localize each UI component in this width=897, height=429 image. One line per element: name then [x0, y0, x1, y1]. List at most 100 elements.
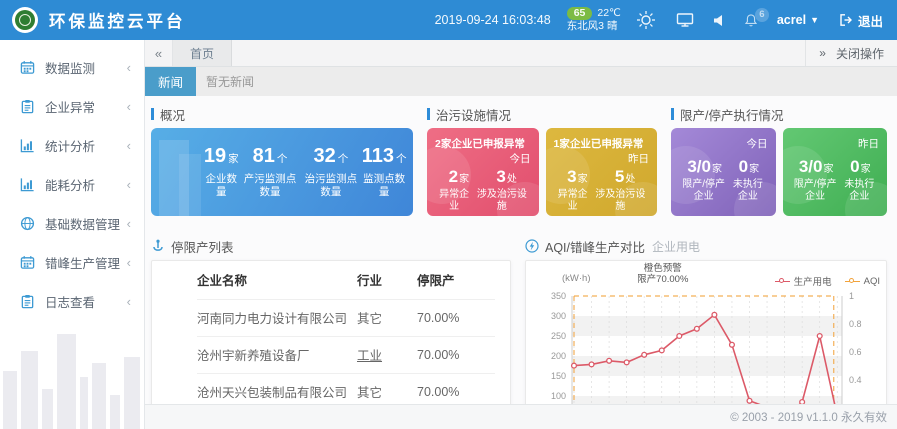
app-title: 环保监控云平台	[49, 8, 186, 32]
table-row[interactable]: 沧州天兴包装制品有限公司 其它 70.00%	[197, 373, 495, 404]
limit-card-today: 今日 3/0家 0家 限产/停产企业 未执行企业	[671, 128, 776, 216]
copyright-label: © 2003 - 2019 v1.1.0 永久有效	[730, 409, 887, 425]
calendar-icon	[20, 255, 35, 270]
weather-widget: 65 22℃ 东北风3 晴	[567, 7, 621, 33]
close-operations-menu[interactable]: » 关闭操作	[805, 40, 897, 66]
svg-text:200: 200	[551, 351, 566, 361]
col-header-company: 企业名称	[197, 261, 357, 299]
card-day-label: 昨日	[791, 136, 880, 151]
bar-chart-icon	[20, 177, 35, 192]
tab-bar: « 首页 » 关闭操作	[145, 40, 897, 67]
app-window: 环保监控云平台 2019-09-24 16:03:48 65 22℃ 东北风3 …	[0, 0, 897, 429]
sidebar-item-data-monitoring[interactable]: 数据监测 ‹	[0, 48, 144, 87]
section-header-aqi-compare: AQI/错峰生产对比 企业用电	[525, 238, 887, 254]
aqi-chart-panel: 35030025020015010050010.80.60.40.20 (kW·…	[525, 260, 887, 404]
logout-label: 退出	[858, 11, 883, 30]
svg-text:300: 300	[551, 311, 566, 321]
sidebar-item-label: 企业异常	[45, 97, 95, 116]
clipboard-icon	[20, 294, 35, 309]
svg-text:150: 150	[551, 371, 566, 381]
speaker-icon[interactable]	[713, 14, 725, 27]
section-title: AQI/错峰生产对比	[545, 237, 645, 256]
col-header-stop-limit: 停限产	[417, 261, 495, 299]
chevron-collapse-icon: ‹	[127, 177, 131, 192]
section-title: 停限产列表	[171, 237, 234, 256]
section-header-limit: 限产/停产执行情况	[671, 106, 887, 122]
notification-count-badge: 6	[755, 8, 769, 22]
sidebar-item-energy-analysis[interactable]: 能耗分析 ‹	[0, 165, 144, 204]
username-label: acrel	[777, 13, 806, 27]
close-operations-label: 关闭操作	[836, 45, 884, 62]
notification-bell-icon[interactable]: 6	[744, 13, 758, 28]
sidebar-item-label: 日志查看	[45, 292, 95, 311]
sidebar-item-label: 统计分析	[45, 136, 95, 155]
sidebar-item-base-data[interactable]: 基础数据管理 ‹	[0, 204, 144, 243]
sidebar-item-label: 数据监测	[45, 58, 95, 77]
svg-text:0.8: 0.8	[849, 319, 862, 329]
sidebar-item-enterprise-anomaly[interactable]: 企业异常 ‹	[0, 87, 144, 126]
section-title: 概况	[160, 105, 185, 124]
svg-text:0.2: 0.2	[849, 403, 862, 404]
tab-home-label: 首页	[190, 45, 214, 62]
stop-limit-cell: 70.00%	[417, 336, 495, 373]
section-header-overview: 概况	[151, 106, 413, 122]
company-name-cell: 河南同力电力设计有限公司	[197, 299, 357, 336]
industry-cell: 其它	[357, 299, 417, 336]
app-logo-icon	[12, 7, 38, 33]
section-subtitle: 企业用电	[652, 238, 700, 255]
logout-icon	[839, 13, 853, 27]
section-bar	[671, 108, 674, 120]
sidebar-item-peak-production[interactable]: 错峰生产管理 ‹	[0, 243, 144, 282]
card-headline: 1家企业已申报异常	[554, 136, 650, 151]
stop-limit-cell: 70.00%	[417, 299, 495, 336]
stat-enterprise-count: 19家 企业数量	[203, 145, 240, 199]
stop-limit-table: 企业名称 行业 停限产 河南同力电力设计有限公司 其它	[197, 261, 495, 404]
chevron-collapse-icon: ‹	[127, 216, 131, 231]
section-bar	[151, 108, 154, 120]
datetime-display: 2019-09-24 16:03:48	[435, 13, 551, 27]
section-header-pollution: 治污设施情况	[427, 106, 657, 122]
section-title: 治污设施情况	[436, 105, 511, 124]
stat-monitor-points: 113个 监测点数量	[361, 145, 407, 199]
sidebar-item-statistics[interactable]: 统计分析 ‹	[0, 126, 144, 165]
scroll-tabs-left-icon[interactable]: «	[145, 40, 173, 66]
stop-limit-table-panel: 企业名称 行业 停限产 河南同力电力设计有限公司 其它	[151, 260, 511, 404]
faucet-icon	[151, 239, 165, 253]
chevron-down-icon: ▼	[810, 15, 819, 25]
sidebar-item-label: 错峰生产管理	[45, 253, 120, 272]
temperature-label: 22℃	[597, 7, 620, 20]
legend-marker-icon	[775, 281, 790, 282]
limit-card-yesterday: 昨日 3/0家 0家 限产/停产企业 未执行企业	[783, 128, 888, 216]
user-menu[interactable]: acrel ▼	[777, 13, 819, 27]
table-row[interactable]: 河南同力电力设计有限公司 其它 70.00%	[197, 299, 495, 336]
legend-item-production-power[interactable]: 生产用电	[775, 274, 832, 288]
aqi-line-chart: 35030025020015010050010.80.60.40.20	[530, 272, 882, 404]
dashboard-content: 概况 19家 企业数量 81个 产污监测点数量	[145, 96, 897, 404]
chevron-collapse-icon: ‹	[127, 60, 131, 75]
city-skyline-watermark	[0, 333, 143, 429]
tab-home[interactable]: 首页	[173, 40, 232, 66]
aqi-value-badge: 65	[567, 7, 593, 20]
card-headline: 2家企业已申报异常	[435, 136, 531, 151]
section-title: 限产/停产执行情况	[680, 105, 783, 124]
sidebar-item-label: 能耗分析	[45, 175, 95, 194]
card-day-label: 今日	[679, 136, 768, 151]
monitor-icon[interactable]	[676, 12, 694, 28]
legend-item-aqi[interactable]: AQI	[845, 276, 880, 287]
logout-button[interactable]: 退出	[839, 11, 883, 30]
news-content: 暂无新闻	[206, 73, 254, 90]
news-bar: 新闻 暂无新闻	[145, 67, 897, 96]
globe-icon	[20, 216, 35, 231]
table-row[interactable]: 沧州宇新养殖设备厂 工业 70.00%	[197, 336, 495, 373]
footer: © 2003 - 2019 v1.1.0 永久有效	[145, 404, 897, 429]
chevron-collapse-icon: ‹	[127, 138, 131, 153]
news-button[interactable]: 新闻	[145, 67, 196, 96]
stat-pollution-points: 81个 产污监测点数量	[240, 145, 301, 199]
sidebar-item-log-view[interactable]: 日志查看 ‹	[0, 282, 144, 321]
sidebar: 数据监测 ‹ 企业异常 ‹ 统计分析 ‹ 能耗分析 ‹ 基础数据管理 ‹	[0, 40, 145, 429]
chevron-collapse-icon: ‹	[127, 99, 131, 114]
legend-marker-icon	[845, 281, 860, 282]
section-bar	[427, 108, 430, 120]
industry-cell-link[interactable]: 工业	[357, 336, 417, 373]
chart-annotation: 橙色预警 限产70.00%	[526, 263, 800, 285]
